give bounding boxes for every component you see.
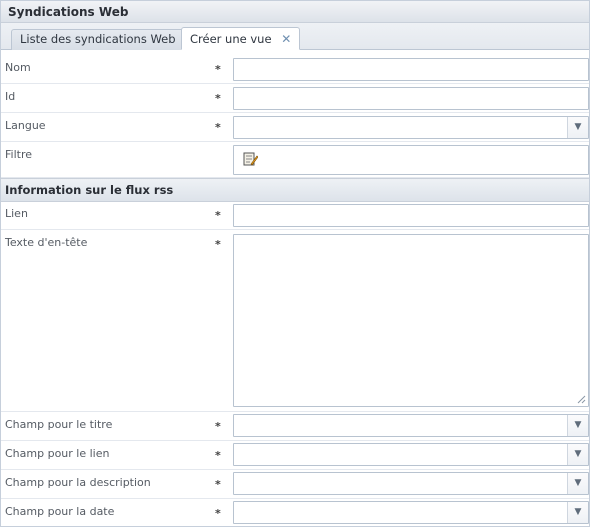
filtre-field xyxy=(233,145,589,175)
window-title: Syndications Web xyxy=(1,1,589,23)
edit-filter-icon[interactable] xyxy=(242,151,258,167)
chevron-down-icon[interactable]: ▼ xyxy=(567,444,588,465)
champ-date-label: Champ pour la date xyxy=(5,505,115,518)
required-marker: * xyxy=(215,238,221,251)
required-marker: * xyxy=(215,92,221,105)
champ-description-select[interactable]: ▼ xyxy=(233,472,589,495)
form-row-champ-description: Champ pour la description * ▼ xyxy=(1,470,589,499)
tab-label: Créer une vue xyxy=(190,32,272,46)
form-row-nom: Nom * xyxy=(1,55,589,84)
form-row-filtre: Filtre xyxy=(1,142,589,178)
entete-label: Texte d'en-tête xyxy=(5,236,88,249)
form-row-champ-lien: Champ pour le lien * ▼ xyxy=(1,441,589,470)
section-header-rss: Information sur le flux rss xyxy=(1,178,589,202)
langue-label: Langue xyxy=(5,119,46,132)
langue-select[interactable]: ▼ xyxy=(233,116,589,139)
champ-description-label: Champ pour la description xyxy=(5,476,151,489)
form-row-champ-titre: Champ pour le titre * ▼ xyxy=(1,412,589,441)
tab-liste-syndications[interactable]: Liste des syndications Web xyxy=(11,29,185,50)
id-input[interactable] xyxy=(233,87,589,110)
nom-input[interactable] xyxy=(233,58,589,81)
form-row-langue: Langue * ▼ xyxy=(1,113,589,142)
resize-grip-icon[interactable] xyxy=(576,394,586,404)
required-marker: * xyxy=(215,209,221,222)
filtre-label: Filtre xyxy=(5,148,33,161)
required-marker: * xyxy=(215,449,221,462)
tab-creer-vue[interactable]: Créer une vue ✕ xyxy=(181,27,301,50)
chevron-down-icon[interactable]: ▼ xyxy=(567,473,588,494)
champ-titre-select[interactable]: ▼ xyxy=(233,414,589,437)
required-marker: * xyxy=(215,478,221,491)
champ-titre-label: Champ pour le titre xyxy=(5,418,113,431)
champ-date-select[interactable]: ▼ xyxy=(233,501,589,524)
id-label: Id xyxy=(5,90,16,103)
form-row-lien: Lien * xyxy=(1,201,589,230)
close-icon[interactable]: ✕ xyxy=(281,28,291,50)
required-marker: * xyxy=(215,420,221,433)
tab-strip: Liste des syndications Web Créer une vue… xyxy=(1,23,589,50)
tab-label: Liste des syndications Web xyxy=(20,32,176,46)
chevron-down-icon[interactable]: ▼ xyxy=(567,415,588,436)
nom-label: Nom xyxy=(5,61,31,74)
form-row-id: Id * xyxy=(1,84,589,113)
champ-lien-select[interactable]: ▼ xyxy=(233,443,589,466)
lien-label: Lien xyxy=(5,207,28,220)
required-marker: * xyxy=(215,63,221,76)
champ-lien-label: Champ pour le lien xyxy=(5,447,110,460)
required-marker: * xyxy=(215,121,221,134)
chevron-down-icon[interactable]: ▼ xyxy=(567,502,588,523)
syndication-window: Syndications Web Liste des syndications … xyxy=(0,0,590,527)
entete-textarea[interactable] xyxy=(233,234,589,407)
chevron-down-icon[interactable]: ▼ xyxy=(567,117,588,138)
form-row-champ-date: Champ pour la date * ▼ xyxy=(1,499,589,526)
required-marker: * xyxy=(215,507,221,520)
form-row-entete: Texte d'en-tête * xyxy=(1,230,589,412)
lien-input[interactable] xyxy=(233,204,589,227)
